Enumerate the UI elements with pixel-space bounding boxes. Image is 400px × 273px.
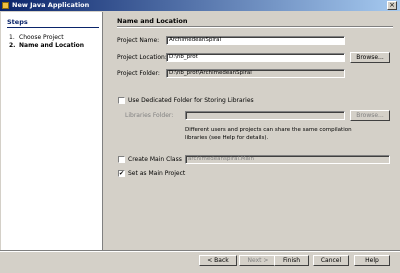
libraries-folder-input[interactable] (185, 111, 345, 120)
project-name-input[interactable]: ArchimedeanSpiral (166, 36, 345, 45)
steps-panel: Steps 1. Choose Project 2. Name and Locati… (1, 12, 103, 250)
project-location-label: Project Location: (117, 54, 167, 61)
steps-divider (7, 27, 99, 28)
step-number: 2. (9, 42, 16, 49)
help-button[interactable]: Help (354, 255, 390, 266)
step-label: Name and Location (19, 42, 85, 49)
libraries-help-text: Different users and projects can share t… (185, 127, 352, 141)
steps-title: Steps (7, 18, 28, 26)
section-title: Name and Location (117, 17, 188, 25)
next-button[interactable]: Next > (239, 255, 277, 266)
step-number: 1. (9, 34, 15, 41)
browse-libraries-button[interactable]: Browse... (350, 110, 390, 121)
project-location-input[interactable]: D:\nb_prot (166, 53, 345, 62)
create-main-class-checkbox[interactable] (118, 156, 125, 163)
libraries-folder-label: Libraries Folder: (125, 112, 174, 119)
step-label: Choose Project (19, 34, 64, 41)
title-bar[interactable]: New Java Application × (0, 0, 400, 11)
step-name-and-location: 2. Name and Location (9, 42, 84, 49)
project-folder-label: Project Folder: (117, 70, 160, 77)
project-name-label: Project Name: (117, 37, 160, 44)
cancel-button[interactable]: Cancel (313, 255, 349, 266)
main-class-input[interactable]: archimedeanspiral.Main (185, 155, 390, 164)
create-main-class-label: Create Main Class (128, 156, 182, 163)
java-app-icon (2, 2, 9, 9)
dedicated-folder-checkbox[interactable] (118, 97, 125, 104)
set-main-project-label: Set as Main Project (128, 170, 186, 177)
section-divider (117, 26, 393, 28)
dedicated-folder-label: Use Dedicated Folder for Storing Librari… (128, 97, 254, 104)
close-icon[interactable]: × (387, 1, 397, 10)
project-folder-field: D:\nb_prot\ArchimedeanSpiral (166, 69, 345, 78)
footer-divider (0, 250, 400, 252)
step-choose-project: 1. Choose Project (9, 34, 64, 41)
window-title: New Java Application (12, 1, 90, 9)
new-java-application-dialog: New Java Application × Steps 1. Choose Pr… (0, 0, 400, 273)
set-main-project-checkbox[interactable]: ✔ (118, 170, 125, 177)
browse-location-button[interactable]: Browse... (350, 52, 390, 63)
finish-button[interactable]: Finish (274, 255, 309, 266)
back-button[interactable]: < Back (199, 255, 237, 266)
name-location-panel: Name and Location Project Name: Archimed… (103, 12, 399, 250)
